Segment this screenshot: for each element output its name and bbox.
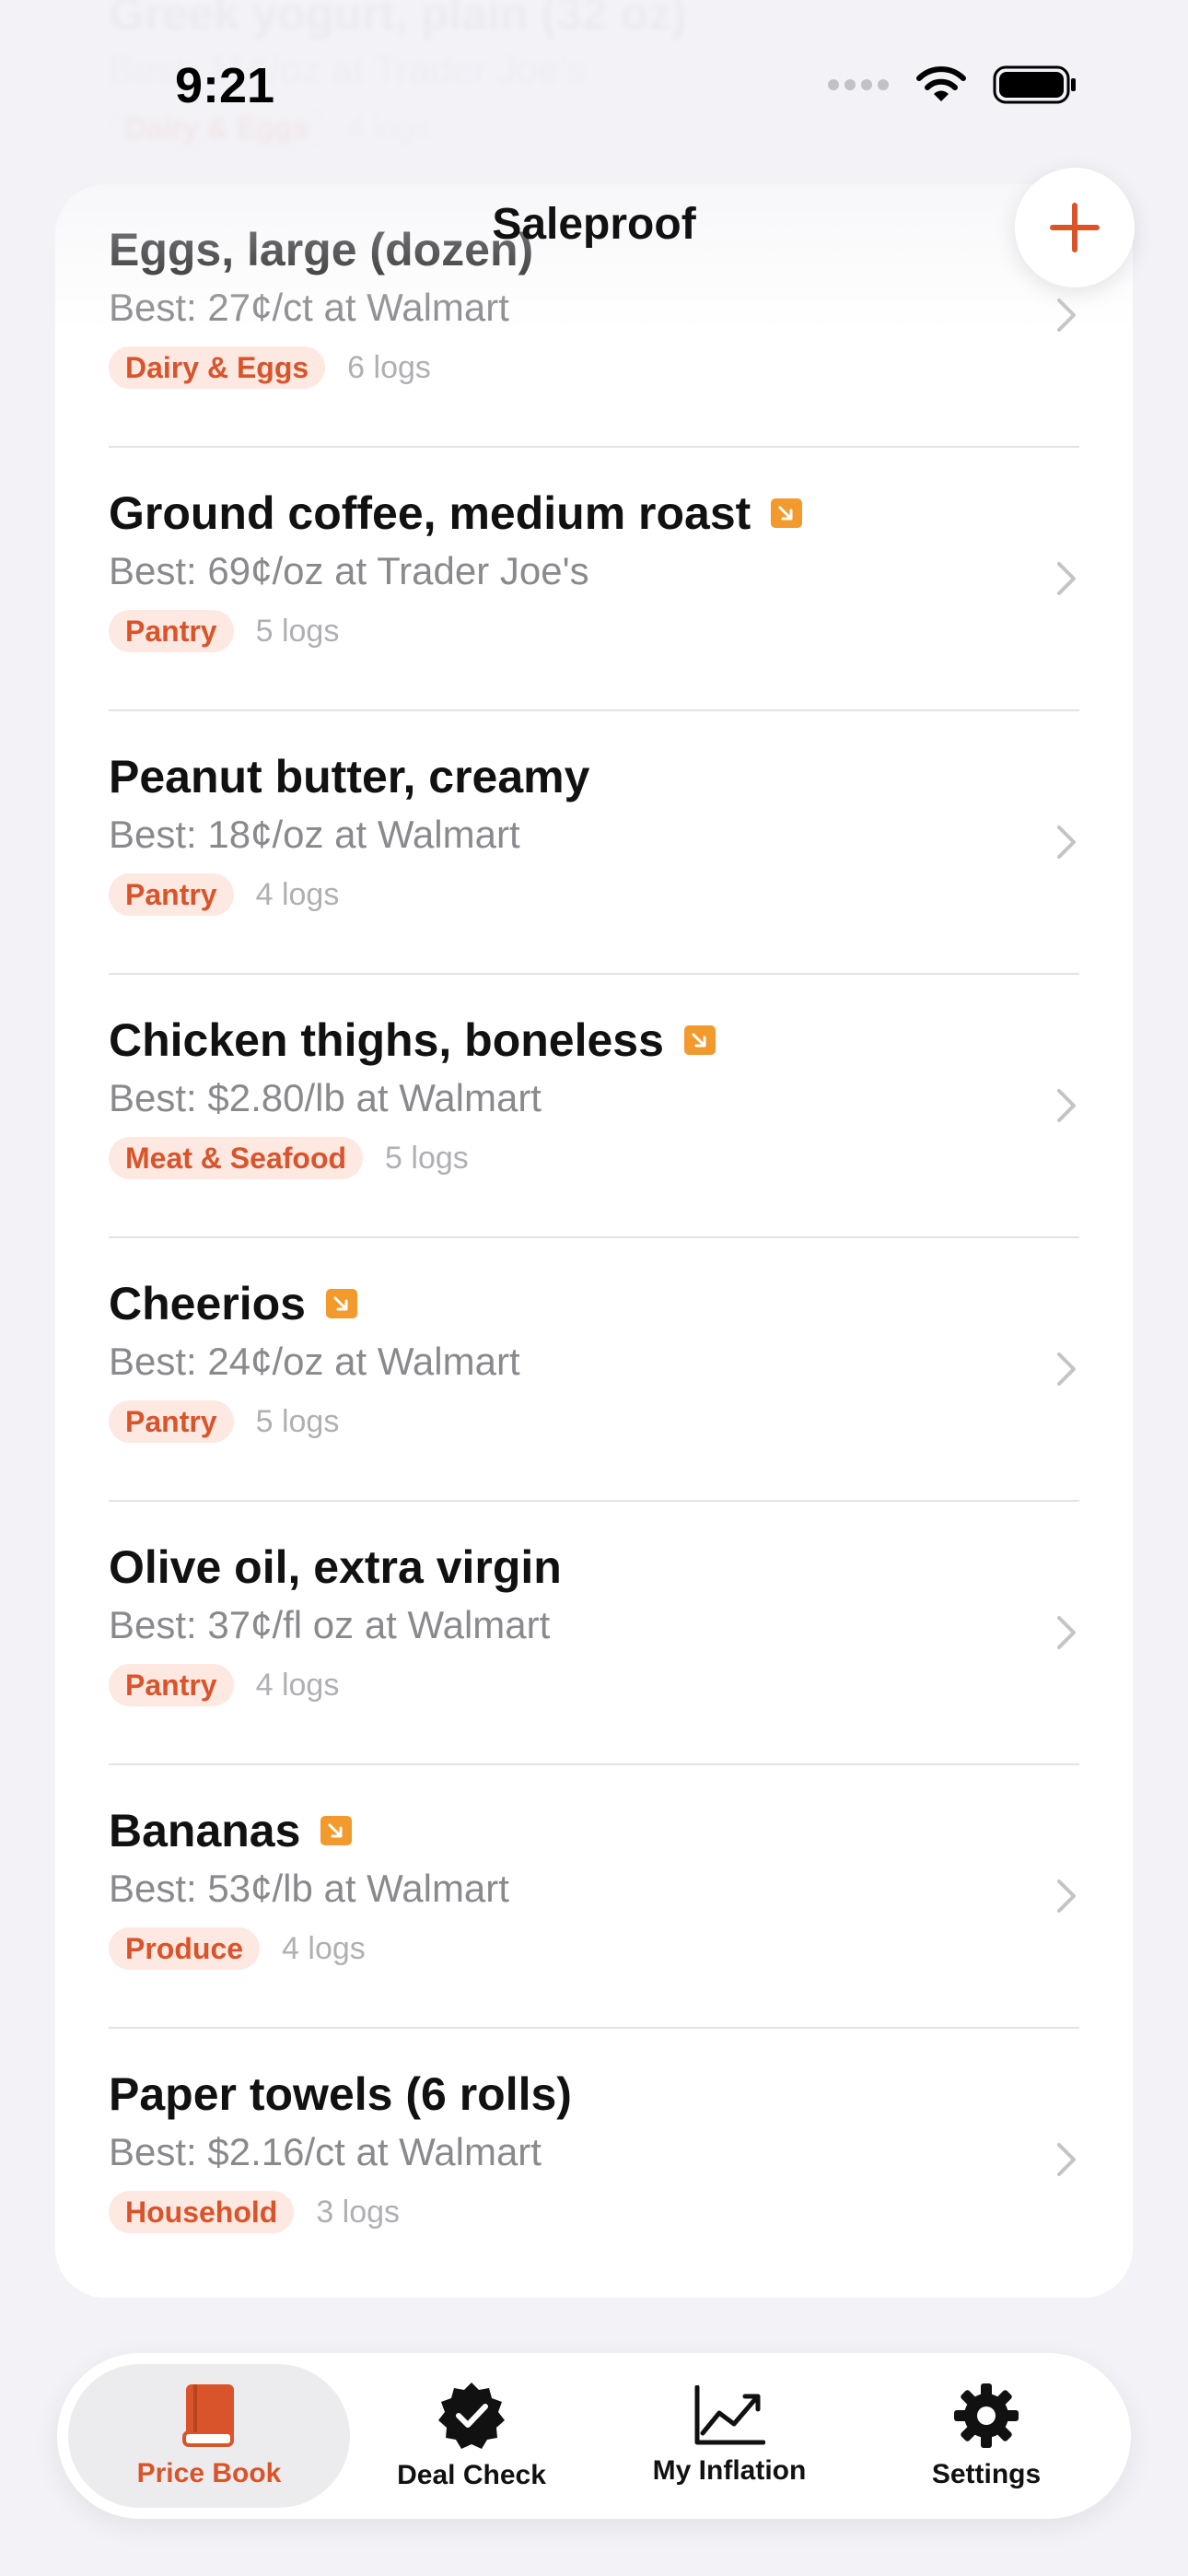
log-count: 5 logs <box>385 1140 469 1176</box>
plus-icon <box>1050 203 1100 252</box>
item-best-price: Best: 24¢/oz at Walmart <box>109 1340 520 1383</box>
log-count: 6 logs <box>347 349 431 385</box>
chevron-right-icon <box>1057 2143 1076 2176</box>
tab-price-book[interactable]: Price Book <box>68 2364 350 2508</box>
item-title: Chicken thighs, boneless <box>109 1013 716 1067</box>
gear-icon <box>954 2383 1019 2448</box>
tab-label: Settings <box>931 2459 1042 2489</box>
log-count: 4 logs <box>255 1667 340 1703</box>
screen: Eggs, large (dozen) Best: 27¢/ct at Walm… <box>0 0 1188 2576</box>
check-badge-icon <box>438 2383 505 2449</box>
chevron-right-icon <box>1057 1616 1076 1649</box>
item-title: Paper towels (6 rolls) <box>109 2068 572 2120</box>
category-tag: Pantry <box>109 873 234 916</box>
faded-log-count: 4 logs <box>347 110 431 146</box>
add-item-button[interactable] <box>1015 168 1135 287</box>
chevron-right-icon <box>1057 562 1076 595</box>
item-title: Cheerios <box>109 1277 357 1330</box>
category-tag: Pantry <box>109 610 234 652</box>
chevron-right-icon <box>1057 1089 1076 1122</box>
item-best-price: Best: 27¢/ct at Walmart <box>109 286 509 329</box>
item-best-price: Best: 18¢/oz at Walmart <box>109 813 520 856</box>
list-item[interactable]: Olive oil, extra virgin Best: 37¢/fl oz … <box>55 1502 1133 1765</box>
battery-icon <box>993 65 1076 104</box>
price-drop-icon <box>771 498 803 528</box>
chevron-right-icon <box>1057 1352 1076 1386</box>
price-drop-icon <box>320 1816 353 1845</box>
faded-item-title: Greek yogurt, plain (32 oz) <box>109 0 687 40</box>
log-count: 5 logs <box>255 1403 340 1439</box>
log-count: 4 logs <box>255 876 340 912</box>
cellular-signal-icon <box>828 79 889 90</box>
list-item[interactable]: Cheerios Best: 24¢/oz at Walmart Pantry 5… <box>55 1238 1133 1502</box>
chevron-right-icon <box>1057 825 1076 859</box>
item-best-price: Best: $2.80/lb at Walmart <box>109 1076 542 1119</box>
book-icon <box>182 2384 234 2447</box>
tab-settings[interactable]: Settings <box>845 2364 1127 2508</box>
item-title: Peanut butter, creamy <box>109 751 590 802</box>
price-drop-icon <box>683 1025 716 1055</box>
item-best-price: Best: $2.16/ct at Walmart <box>109 2130 542 2173</box>
log-count: 5 logs <box>255 613 340 649</box>
log-count: 3 logs <box>316 2194 401 2230</box>
category-tag: Dairy & Eggs <box>109 346 326 389</box>
category-tag: Pantry <box>109 1664 234 1706</box>
item-best-price: Best: 53¢/lb at Walmart <box>109 1867 509 1910</box>
item-title: Ground coffee, medium roast <box>109 486 803 540</box>
item-best-price: Best: 69¢/oz at Trader Joe's <box>109 549 589 592</box>
category-tag: Pantry <box>109 1400 234 1443</box>
wifi-icon <box>916 66 966 101</box>
chevron-right-icon <box>1057 1879 1076 1913</box>
tab-label: My Inflation <box>652 2455 807 2486</box>
item-title: Olive oil, extra virgin <box>109 1541 562 1593</box>
list-item[interactable]: Chicken thighs, boneless Best: $2.80/lb … <box>55 975 1133 1238</box>
page-title: Saleproof <box>492 200 696 249</box>
category-tag: Produce <box>109 1927 261 1970</box>
tab-bar: Price Book Deal Check My Inflation Setti… <box>57 2353 1131 2519</box>
tab-deal-check[interactable]: Deal Check <box>331 2364 612 2508</box>
list-item[interactable]: Bananas Best: 53¢/lb at Walmart Produce 4… <box>55 1765 1133 2029</box>
chevron-right-icon <box>1057 299 1076 332</box>
category-tag: Meat & Seafood <box>109 1137 364 1179</box>
list-item[interactable]: Ground coffee, medium roast Best: 69¢/oz… <box>55 448 1133 711</box>
status-time: 9:21 <box>175 58 275 113</box>
price-book-list: Eggs, large (dozen) Best: 27¢/ct at Walm… <box>55 184 1133 2298</box>
log-count: 4 logs <box>282 1930 366 1966</box>
item-best-price: Best: 37¢/fl oz at Walmart <box>109 1603 551 1646</box>
item-title: Bananas <box>109 1804 353 1857</box>
list-item[interactable]: Peanut butter, creamy Best: 18¢/oz at Wa… <box>55 711 1133 975</box>
category-tag: Household <box>109 2191 295 2233</box>
tab-my-inflation[interactable]: My Inflation <box>588 2364 870 2508</box>
list-item[interactable]: Paper towels (6 rolls) Best: $2.16/ct at… <box>55 2029 1133 2292</box>
tab-label: Price Book <box>136 2458 282 2488</box>
status-icons <box>827 64 1077 105</box>
tab-label: Deal Check <box>397 2460 546 2490</box>
trend-chart-icon <box>694 2385 765 2445</box>
price-drop-icon <box>325 1289 357 1318</box>
